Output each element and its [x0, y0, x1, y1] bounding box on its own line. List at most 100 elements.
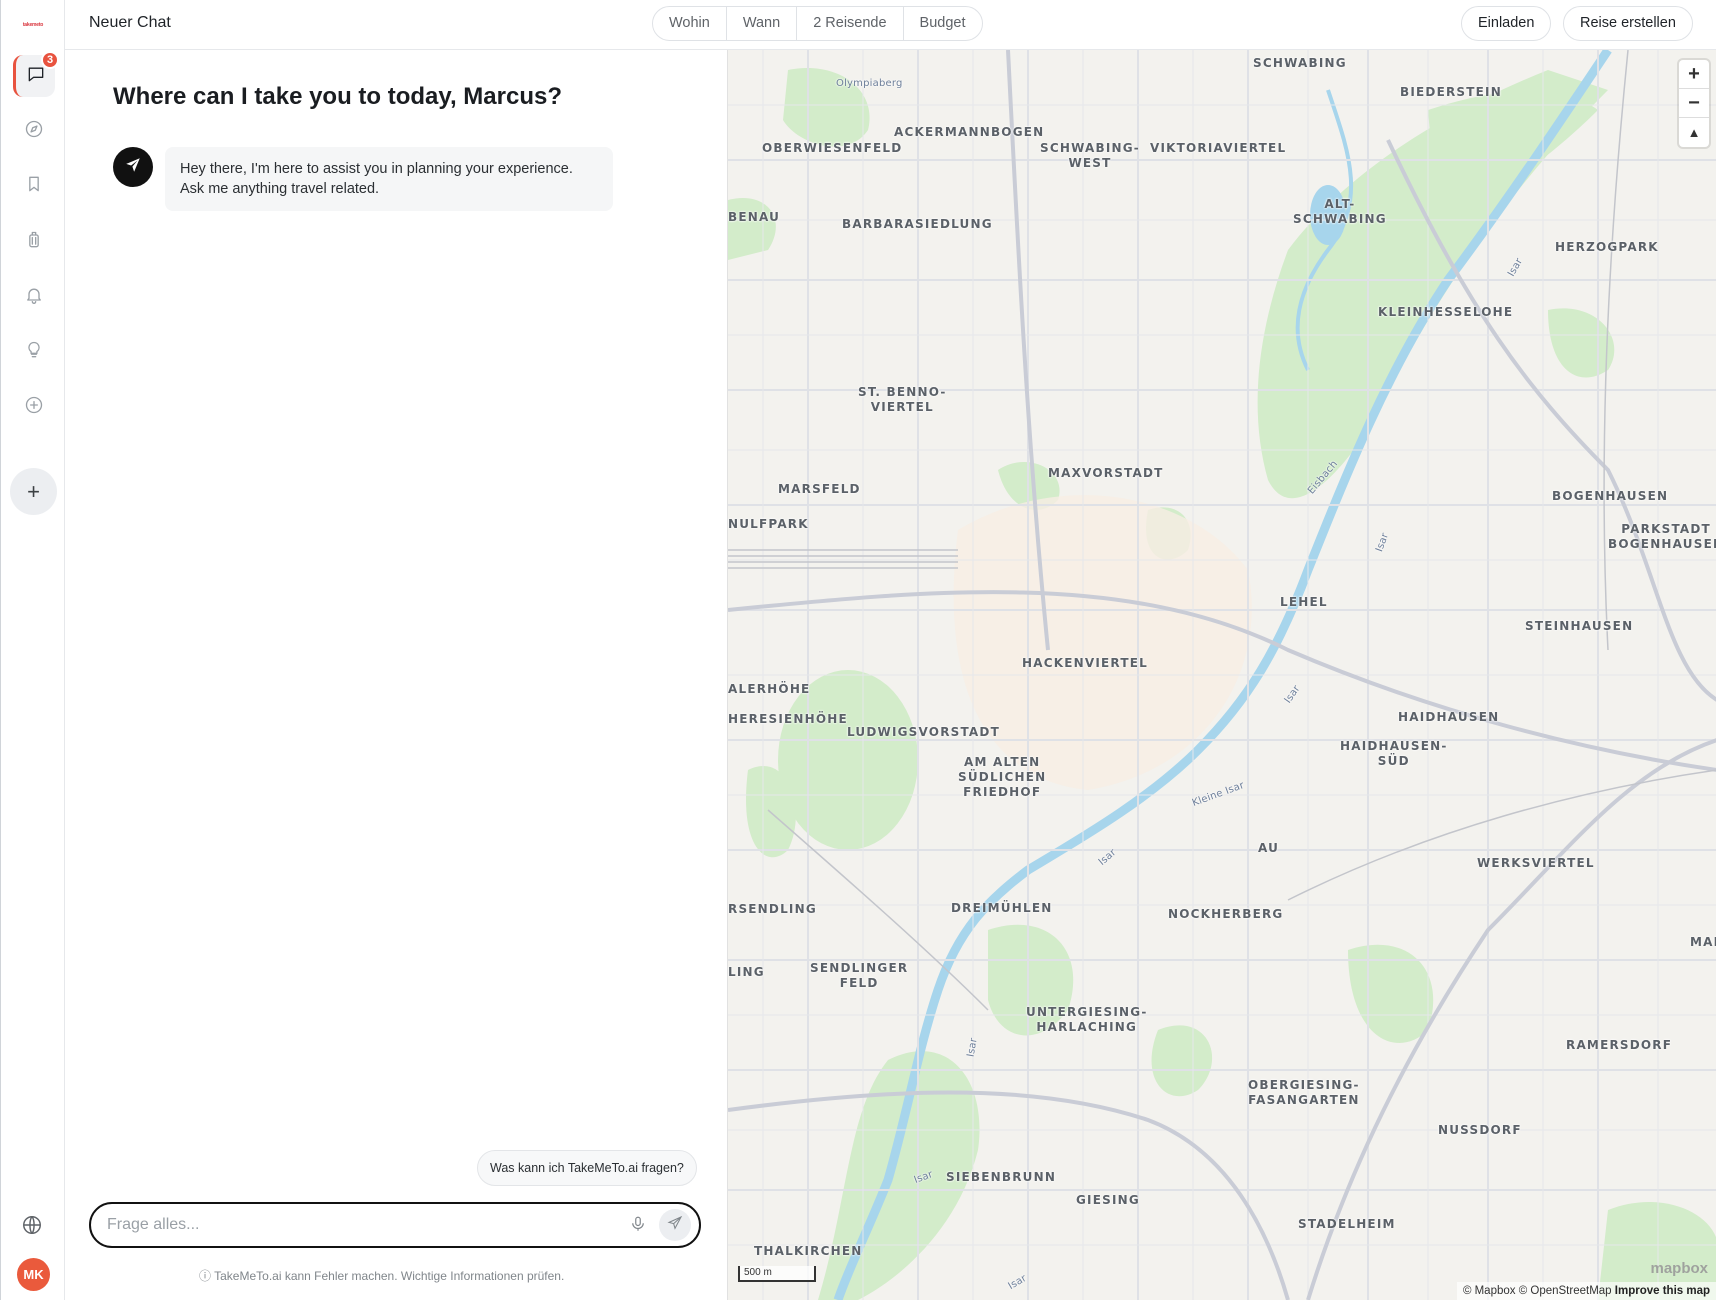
map-label: STADELHEIM [1298, 1217, 1396, 1231]
sidebar-item-create[interactable] [13, 386, 55, 428]
chat-title: Neuer Chat [89, 14, 171, 31]
trip-filter-group: Wohin Wann 2 Reisende Budget [652, 6, 983, 41]
unread-badge: 3 [41, 51, 59, 69]
zoom-in-button[interactable]: + [1679, 60, 1709, 89]
map-label: BENAU [728, 210, 781, 224]
map-label: RAMERSDORF [1566, 1038, 1673, 1052]
bookmark-icon [24, 174, 44, 199]
zoom-out-button[interactable]: − [1679, 89, 1709, 118]
map-label: HAIDHAUSEN- SÜD [1340, 739, 1448, 768]
app-root: takemeto 3 + MK Neuer Chat Wohin Wann 2 … [0, 0, 1716, 1300]
map-label: OBERWIESENFELD [762, 141, 903, 155]
chat-input[interactable] [107, 1214, 587, 1236]
disclaimer-text: ⓘ TakeMeTo.ai kann Fehler machen. Wichti… [199, 1267, 564, 1284]
assistant-message: Hey there, I'm here to assist you in pla… [165, 147, 613, 211]
map-label: VIKTORIAVIERTEL [1150, 141, 1287, 155]
map-label: LUDWIGSVORSTADT [847, 725, 1000, 739]
map-label: HERESIENHÖHE [728, 712, 848, 726]
send-button[interactable] [659, 1209, 691, 1241]
lightbulb-icon [24, 340, 44, 365]
compass-icon [24, 119, 44, 144]
suggestion-chip[interactable]: Was kann ich TakeMeTo.ai fragen? [477, 1150, 697, 1186]
create-trip-button[interactable]: Reise erstellen [1563, 6, 1693, 41]
airplane-icon [124, 156, 142, 179]
sidebar-item-saved[interactable] [13, 165, 55, 207]
sidebar-item-chats[interactable]: 3 [13, 51, 59, 97]
left-sidebar: takemeto 3 + MK [0, 0, 65, 1300]
map-attribution: © Mapbox © OpenStreetMap Improve this ma… [1456, 1282, 1716, 1300]
map-label: NULFPARK [728, 517, 809, 531]
language-button[interactable] [21, 1214, 45, 1238]
map-label: SENDLINGER FELD [810, 961, 909, 990]
improve-map-link[interactable]: Improve this map [1615, 1285, 1710, 1297]
assistant-avatar [113, 147, 153, 187]
top-bar: Neuer Chat Wohin Wann 2 Reisende Budget … [65, 0, 1716, 50]
map-label: NOCKHERBERG [1168, 907, 1284, 921]
map-label: STEINHAUSEN [1525, 619, 1634, 633]
map-label: SCHWABING- WEST [1040, 141, 1140, 170]
sidebar-item-explore[interactable] [13, 110, 55, 152]
map-label: DREIMÜHLEN [951, 901, 1053, 915]
attribution-text[interactable]: © Mapbox © OpenStreetMap [1463, 1285, 1612, 1297]
map-label: AM ALTEN SÜDLICHEN FRIEDHOF [958, 755, 1047, 799]
map-label: PARKSTADT BOGENHAUSEN [1608, 522, 1716, 551]
map-label: MARSFELD [778, 482, 861, 496]
map-label: MAXVORSTADT [1048, 466, 1164, 480]
send-icon [667, 1215, 683, 1236]
map-label: BOGENHAUSEN [1552, 489, 1669, 503]
sidebar-item-notifications[interactable] [13, 276, 55, 318]
map-label: LEHEL [1280, 595, 1328, 609]
map-label: KLEINHESSELOHE [1378, 305, 1514, 319]
filter-dates[interactable]: Wann [727, 7, 798, 40]
microphone-icon[interactable] [629, 1215, 649, 1235]
disclaimer-label: TakeMeTo.ai kann Fehler machen. Wichtige… [214, 1269, 565, 1283]
map-label: UNTERGIESING- HARLACHING [1026, 1005, 1148, 1034]
invite-button[interactable]: Einladen [1461, 6, 1552, 41]
globe-icon [21, 1216, 43, 1240]
map-label: HERZOGPARK [1555, 240, 1659, 254]
map-label: ALERHÖHE [728, 682, 811, 696]
assistant-message-line: Hey there, I'm here to assist you in pla… [180, 161, 573, 177]
map-label: BARBARASIEDLUNG [842, 217, 993, 231]
map-label: LING [728, 965, 765, 979]
chat-input-box [89, 1202, 701, 1248]
map-label: BIEDERSTEIN [1400, 85, 1502, 99]
map-zoom-control: + − ▲ [1679, 60, 1709, 147]
map-label: HACKENVIERTEL [1022, 656, 1148, 670]
assistant-message-line: Ask me anything travel related. [180, 181, 380, 197]
user-avatar[interactable]: MK [17, 1258, 50, 1291]
greeting-heading: Where can I take you to today, Marcus? [113, 83, 562, 110]
map-label: MAI [1690, 935, 1716, 949]
plus-circle-icon [24, 395, 44, 420]
sidebar-item-ideas[interactable] [13, 331, 55, 373]
map-label: GIESING [1076, 1193, 1140, 1207]
compass-reset-button[interactable]: ▲ [1679, 118, 1709, 147]
map-label: NUSSDORF [1438, 1123, 1522, 1137]
map-label: OBERGIESING- FASANGARTEN [1248, 1078, 1360, 1107]
new-chat-button[interactable]: + [10, 468, 57, 515]
map-label: Olympiaberg [836, 78, 903, 89]
sidebar-item-trips[interactable] [13, 221, 55, 263]
map-label: AU [1258, 841, 1280, 855]
luggage-icon [24, 230, 44, 255]
map-view[interactable]: SCHWABING BIEDERSTEIN Olympiaberg ACKERM… [727, 50, 1716, 1300]
map-scale: 500 m [738, 1266, 816, 1282]
map-label: RSENDLING [728, 902, 817, 916]
map-label: SCHWABING [1253, 56, 1347, 70]
map-label: ALT- SCHWABING [1293, 197, 1387, 226]
map-label: SIEBENBRUNN [946, 1170, 1057, 1184]
map-label: THALKIRCHEN [754, 1244, 863, 1258]
filter-budget[interactable]: Budget [904, 7, 982, 40]
map-label: ST. BENNO- VIERTEL [858, 385, 947, 414]
chat-panel: Where can I take you to today, Marcus? H… [65, 50, 727, 1300]
app-logo[interactable]: takemeto [15, 18, 51, 32]
map-label: HAIDHAUSEN [1398, 710, 1500, 724]
map-canvas[interactable] [728, 50, 1716, 1300]
filter-destination[interactable]: Wohin [653, 7, 727, 40]
mapbox-logo[interactable]: mapbox [1650, 1260, 1708, 1277]
map-label: WERKSVIERTEL [1477, 856, 1595, 870]
chat-icon [26, 64, 46, 89]
info-icon: ⓘ [199, 1269, 215, 1283]
filter-travelers[interactable]: 2 Reisende [797, 7, 904, 40]
map-label: ACKERMANNBOGEN [894, 125, 1045, 139]
